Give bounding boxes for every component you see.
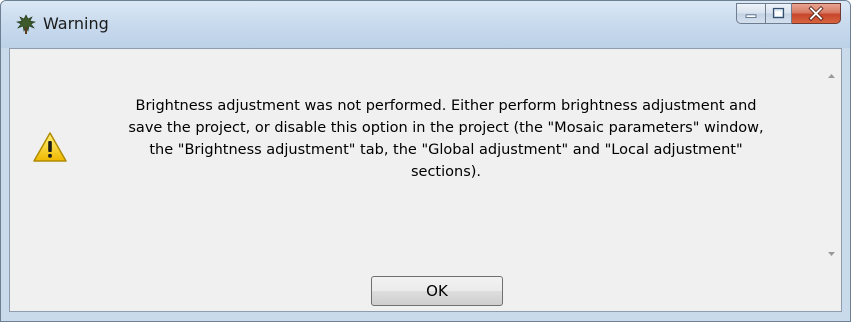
window-title: Warning (43, 14, 109, 33)
warning-dialog-window: Warning Brightness adjustment was not pe… (0, 0, 851, 322)
title-bar[interactable]: Warning (1, 1, 850, 48)
ok-button[interactable]: OK (371, 276, 503, 306)
caption-buttons (736, 3, 841, 24)
warning-icon (33, 132, 67, 162)
message-scrollbar[interactable] (823, 67, 840, 263)
tree-icon (16, 14, 36, 34)
close-icon (808, 5, 824, 22)
close-button[interactable] (792, 3, 841, 24)
maximize-icon (772, 7, 785, 19)
scroll-up-icon[interactable] (823, 67, 840, 84)
maximize-button[interactable] (765, 3, 792, 24)
warning-message: Brightness adjustment was not performed.… (128, 98, 764, 180)
minimize-button[interactable] (736, 3, 765, 24)
minimize-icon (745, 14, 757, 18)
scroll-down-icon[interactable] (823, 246, 840, 263)
dialog-content: Brightness adjustment was not performed.… (9, 48, 842, 312)
